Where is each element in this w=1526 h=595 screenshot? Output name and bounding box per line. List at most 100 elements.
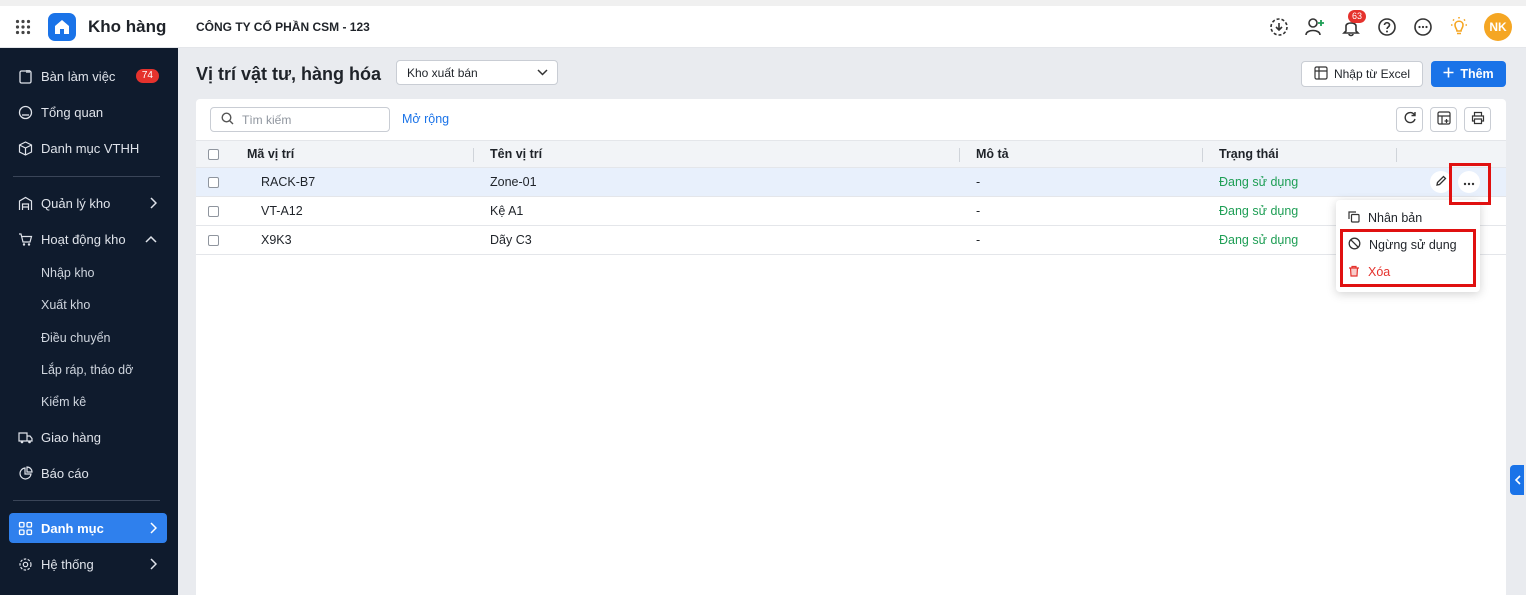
warehouse-select-value: Kho xuất bán: [407, 65, 478, 80]
select-all-checkbox[interactable]: [208, 141, 219, 167]
app-title: Kho hàng: [88, 16, 167, 36]
gear-icon: [17, 556, 33, 572]
cell-description: -: [976, 204, 981, 218]
sidebar-item-label: Hệ thống: [41, 556, 94, 572]
add-label: Thêm: [1460, 67, 1494, 81]
box-icon: [17, 140, 33, 156]
cell-status: Đang sử dụng: [1219, 233, 1299, 247]
column-header-status[interactable]: Trạng thái: [1219, 141, 1279, 167]
cell-status: Đang sử dụng: [1219, 204, 1299, 218]
content-panel: Tìm kiếm Mở rộng Mã vị trí Tên vị trí Mô…: [196, 99, 1506, 595]
excel-icon: [1314, 65, 1328, 83]
import-excel-button[interactable]: Nhập từ Excel: [1301, 61, 1423, 87]
menu-item-duplicate[interactable]: Nhân bản: [1336, 205, 1480, 231]
pencil-icon: [1435, 175, 1447, 190]
bell-icon[interactable]: 63: [1340, 10, 1367, 38]
cell-name: Kệ A1: [490, 204, 524, 218]
cell-name: Zone-01: [490, 175, 537, 189]
sidebar-item-catalog[interactable]: Danh mục: [9, 513, 167, 543]
sidebar-item-warehouse-management[interactable]: Quản lý kho: [9, 188, 167, 218]
page-title: Vị trí vật tư, hàng hóa: [196, 64, 382, 84]
chevron-left-icon: [1514, 473, 1521, 488]
sidebar-subitem-assembly[interactable]: Lắp ráp, tháo dỡ: [41, 363, 133, 377]
sidebar-subitem-goods-issue[interactable]: Xuất kho: [41, 298, 90, 312]
column-header-code[interactable]: Mã vị trí: [247, 141, 294, 167]
sidebar-item-label: Quản lý kho: [41, 195, 111, 211]
sidebar-subitem-transfer[interactable]: Điều chuyển: [41, 331, 111, 345]
column-divider[interactable]: [1202, 148, 1203, 162]
table-header: Mã vị trí Tên vị trí Mô tả Trạng thái: [196, 140, 1506, 168]
chevron-right-icon: [149, 197, 157, 209]
cell-code: X9K3: [261, 233, 292, 247]
table-row[interactable]: VT-A12 Kệ A1 - Đang sử dụng: [196, 197, 1506, 226]
chevron-right-icon: [149, 522, 157, 534]
sidebar-item-label: Báo cáo: [41, 465, 89, 481]
refresh-button[interactable]: [1396, 107, 1423, 132]
refresh-icon: [1403, 111, 1417, 128]
sidebar-item-delivery[interactable]: Giao hàng: [9, 422, 167, 452]
warehouse-select[interactable]: Kho xuất bán: [396, 60, 558, 85]
table-settings-icon: [1436, 111, 1451, 128]
sidebar-item-system[interactable]: Hệ thống: [9, 549, 167, 579]
search-input[interactable]: Tìm kiếm: [210, 107, 390, 132]
sidebar-item-label: Bàn làm việc: [41, 68, 116, 84]
column-divider[interactable]: [1396, 148, 1397, 162]
row-checkbox[interactable]: [208, 226, 219, 254]
expand-link[interactable]: Mở rộng: [402, 112, 449, 126]
chevron-right-icon: [149, 558, 157, 570]
top-bar: Kho hàng CÔNG TY CỔ PHẦN CSM - 123 63 NK: [0, 0, 1526, 48]
search-placeholder: Tìm kiếm: [242, 112, 292, 127]
column-settings-button[interactable]: [1430, 107, 1457, 132]
table-row[interactable]: X9K3 Dãy C3 - Đang sử dụng: [196, 226, 1506, 255]
row-checkbox[interactable]: [208, 197, 219, 225]
row-checkbox[interactable]: [208, 168, 219, 196]
lightbulb-icon[interactable]: [1448, 16, 1470, 38]
add-user-icon[interactable]: [1304, 16, 1326, 38]
column-header-name[interactable]: Tên vị trí: [490, 141, 542, 167]
download-icon[interactable]: [1268, 16, 1290, 38]
sidebar-divider: [13, 500, 160, 501]
column-divider[interactable]: [959, 148, 960, 162]
table-row[interactable]: RACK-B7 Zone-01 - Đang sử dụng: [196, 168, 1506, 197]
chevron-up-icon: [145, 235, 157, 243]
plus-icon: [1443, 67, 1454, 81]
app-logo-icon[interactable]: [48, 12, 76, 41]
more-options-icon[interactable]: [1412, 16, 1434, 38]
sidebar-item-workspace[interactable]: Bàn làm việc 74: [9, 61, 167, 91]
gauge-icon: [17, 104, 33, 120]
sidebar-item-label: Giao hàng: [41, 429, 101, 445]
cell-code: VT-A12: [261, 204, 303, 218]
sidebar-item-material-catalog[interactable]: Danh mục VTHH: [9, 133, 167, 163]
panel-toggle-tab[interactable]: [1510, 465, 1524, 495]
workspace-badge: 74: [135, 69, 159, 83]
help-icon[interactable]: [1376, 16, 1398, 38]
pie-chart-icon: [17, 465, 33, 481]
sidebar-item-warehouse-activity[interactable]: Hoạt động kho: [9, 224, 167, 254]
printer-icon: [1471, 111, 1485, 128]
highlight-menu-actions: [1340, 229, 1476, 287]
cell-description: -: [976, 175, 981, 189]
search-icon: [221, 111, 234, 128]
cell-description: -: [976, 233, 981, 247]
sidebar-item-label: Tổng quan: [41, 104, 104, 120]
print-button[interactable]: [1464, 107, 1491, 132]
column-divider[interactable]: [473, 148, 474, 162]
clipboard-icon: [17, 68, 33, 84]
chevron-down-icon: [537, 69, 548, 76]
cart-icon: [17, 231, 33, 247]
user-avatar[interactable]: NK: [1484, 13, 1512, 41]
sidebar-item-label: Danh mục: [41, 520, 104, 536]
import-excel-label: Nhập từ Excel: [1333, 67, 1411, 81]
sidebar-subitem-goods-receipt[interactable]: Nhập kho: [41, 266, 95, 280]
app-launcher-icon[interactable]: [0, 6, 46, 48]
copy-icon: [1348, 210, 1360, 226]
sidebar-item-reports[interactable]: Báo cáo: [9, 458, 167, 488]
warehouse-icon: [17, 195, 33, 211]
sidebar-item-label: Hoạt động kho: [41, 231, 126, 247]
company-name[interactable]: CÔNG TY CỔ PHẦN CSM - 123: [196, 20, 370, 34]
sidebar-subitem-stocktake[interactable]: Kiểm kê: [41, 395, 86, 409]
truck-icon: [17, 429, 33, 445]
add-button[interactable]: Thêm: [1431, 61, 1506, 87]
column-header-description[interactable]: Mô tả: [976, 141, 1009, 167]
sidebar-item-overview[interactable]: Tổng quan: [9, 97, 167, 127]
